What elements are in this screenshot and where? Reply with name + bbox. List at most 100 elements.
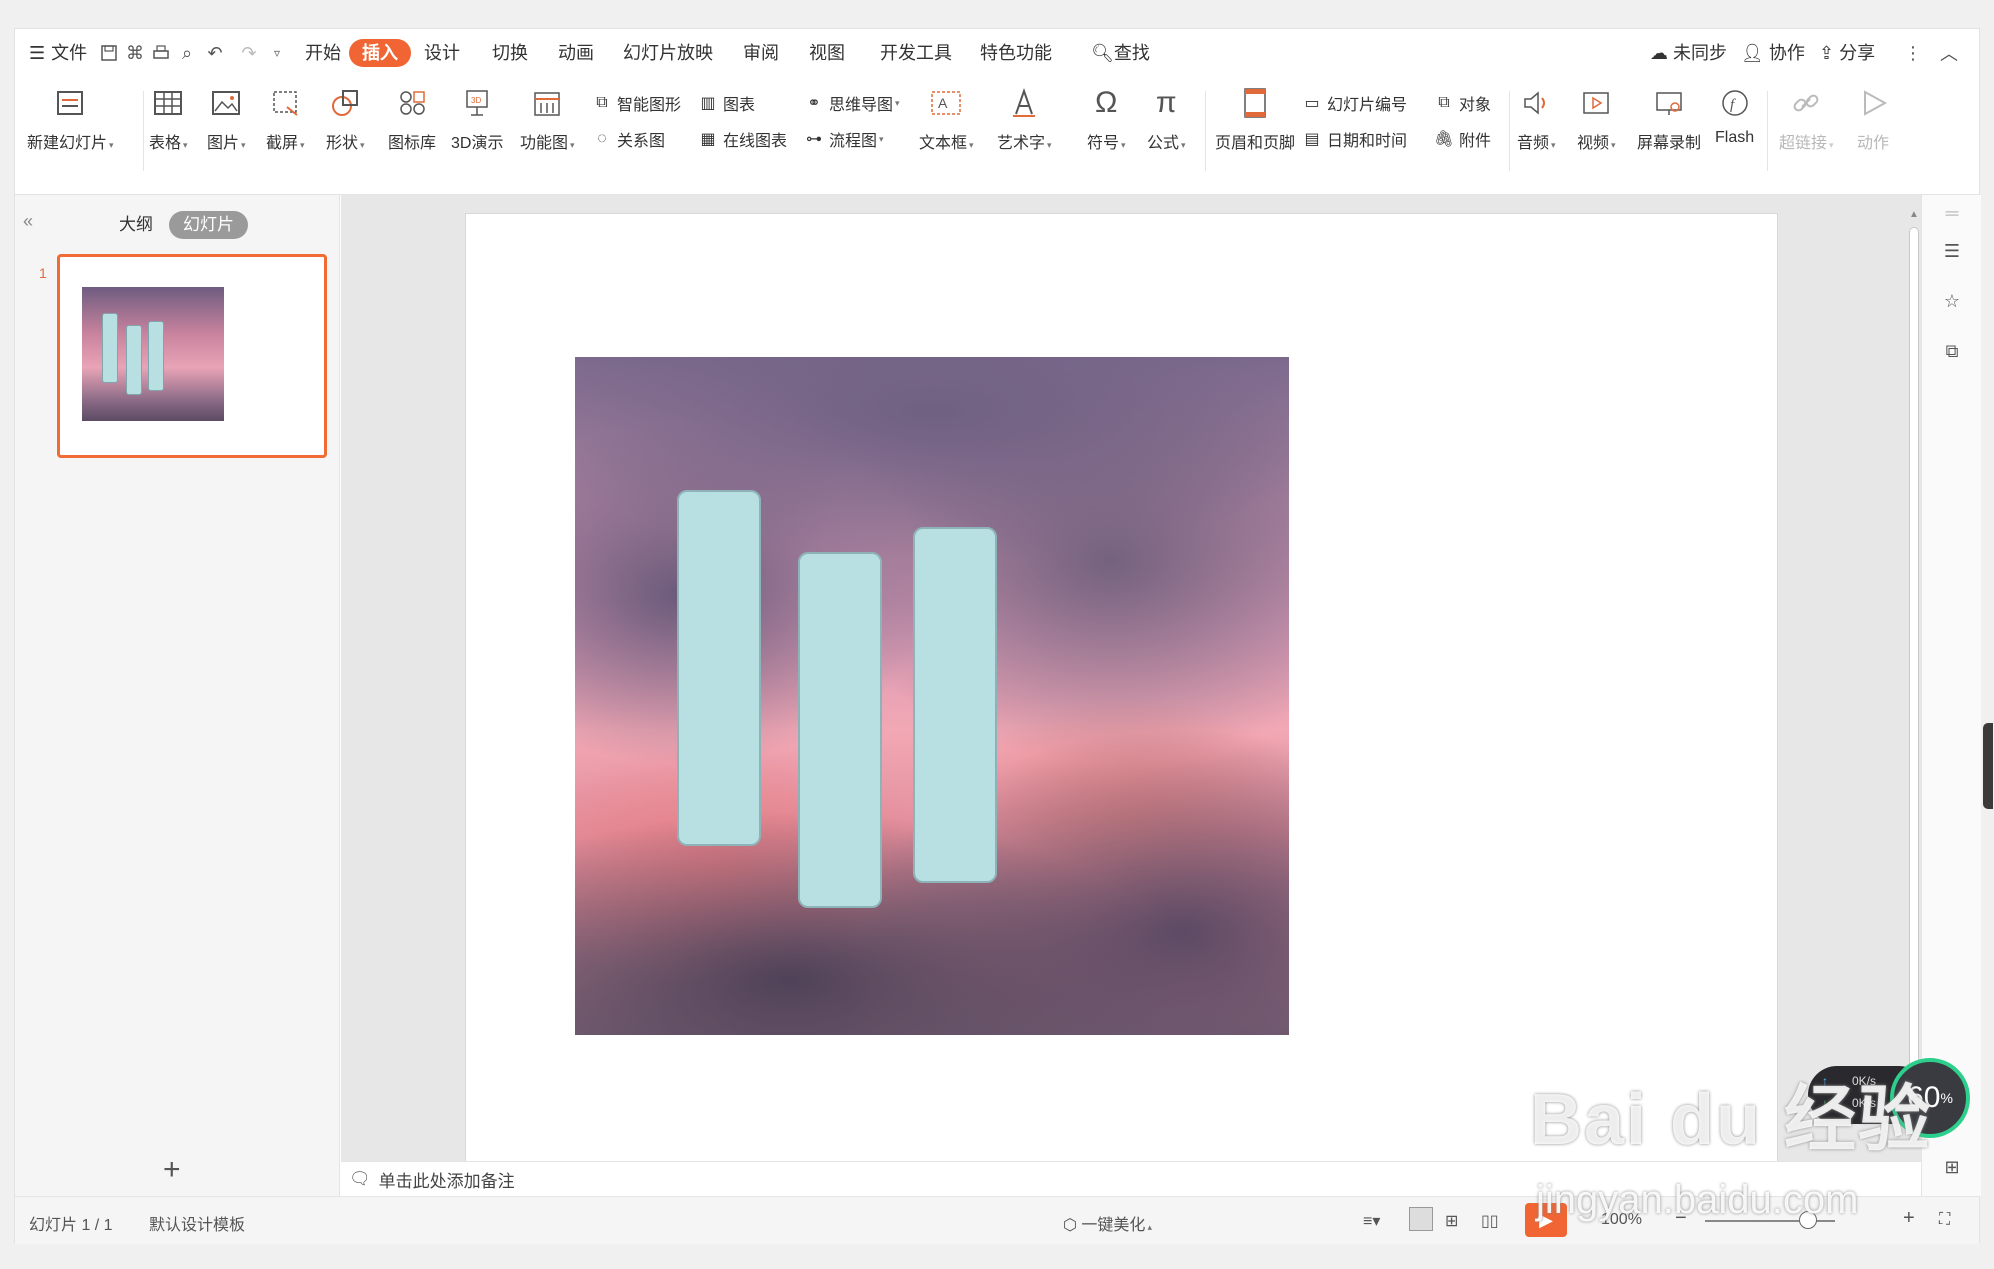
scrollbar-thumb[interactable]: [1909, 227, 1919, 1067]
mindmap-button[interactable]: ⚭ 思维导图 ▾: [803, 91, 899, 115]
print-preview-icon[interactable]: ⌕: [175, 41, 199, 65]
menu-bar: ☰ 文件 ⌘ ⌕ ↶ ↷ ▿ 开始 插入 设计 切换 动画 幻灯片放映 审阅 视图…: [15, 29, 1979, 77]
link-icon: [1788, 85, 1824, 121]
right-sidebar: ═ ☰ ☆ ⧉ ⊞: [1921, 195, 1981, 1196]
tab-special[interactable]: 特色功能: [980, 39, 1052, 67]
thumbnail-bar: [148, 321, 164, 391]
scroll-up-icon[interactable]: ▲: [1909, 209, 1919, 220]
more-icon[interactable]: ⋮: [1901, 41, 1925, 65]
icon-library-label: 图标库: [388, 135, 437, 152]
paperclip-icon: 🖇︎: [1433, 131, 1455, 148]
collapse-ribbon-icon[interactable]: ︿: [1937, 41, 1961, 65]
rounded-rectangle-shape[interactable]: [677, 490, 761, 846]
tab-outline[interactable]: 大纲: [105, 211, 167, 239]
share-icon: ⇪: [1819, 43, 1840, 63]
sync-status[interactable]: ☁︎ 未同步: [1650, 39, 1727, 67]
redo-icon[interactable]: ↷: [237, 41, 261, 65]
transform-icon[interactable]: ⧉: [1940, 339, 1964, 363]
relation-button[interactable]: ◌ 关系图: [591, 127, 665, 151]
sorter-view-icon[interactable]: ⊞: [1445, 1211, 1458, 1231]
undo-icon[interactable]: ↶: [203, 41, 227, 65]
function-chart-icon: [529, 85, 565, 121]
search-box[interactable]: 🔍︎查找: [1091, 39, 1150, 67]
slide-thumbnail[interactable]: [57, 254, 327, 458]
tab-insert[interactable]: 插入: [349, 39, 411, 67]
rounded-rectangle-shape[interactable]: [913, 527, 997, 883]
file-menu[interactable]: ☰ 文件: [29, 39, 87, 67]
notes-toggle-icon[interactable]: ≡▾: [1363, 1211, 1380, 1231]
reading-view-icon[interactable]: ▯▯: [1481, 1211, 1499, 1231]
header-footer-button[interactable]: 页眉和页脚: [1215, 85, 1295, 153]
add-slide-button[interactable]: +: [163, 1153, 181, 1187]
table-button[interactable]: 表格 ▾: [149, 85, 188, 153]
tab-slideshow[interactable]: 幻灯片放映: [623, 39, 713, 67]
beautify-button[interactable]: ⬡ 一键美化 ▴: [1063, 1211, 1152, 1235]
collab-button[interactable]: 👤︎ 协作: [1741, 39, 1805, 67]
vertical-scrollbar[interactable]: ▲: [1907, 209, 1921, 1069]
file-menu-label: 文件: [51, 43, 88, 63]
slide-canvas[interactable]: [465, 213, 1778, 1176]
format-painter-icon[interactable]: ⌘: [123, 41, 147, 65]
tab-transitions[interactable]: 切换: [492, 39, 528, 67]
tab-slides[interactable]: 幻灯片: [169, 211, 248, 239]
screenshot-button[interactable]: 截屏 ▾: [266, 85, 305, 153]
picture-button[interactable]: 图片 ▾: [207, 85, 246, 153]
tab-view[interactable]: 视图: [809, 39, 845, 67]
object-label: 对象: [1459, 97, 1492, 114]
online-chart-label: 在线图表: [723, 133, 788, 150]
screen-record-label: 屏幕录制: [1637, 135, 1702, 152]
slide-number-button[interactable]: ▭ 幻灯片编号: [1301, 91, 1407, 115]
new-slide-button[interactable]: 新建幻灯片 ▾: [27, 85, 114, 153]
save-icon[interactable]: [97, 41, 121, 65]
flowchart-button[interactable]: ⊶ 流程图 ▾: [803, 127, 884, 151]
datetime-button[interactable]: ▤ 日期和时间: [1301, 127, 1407, 151]
hyperlink-button[interactable]: 超链接 ▾: [1779, 85, 1834, 153]
smartart-button[interactable]: ⧉ 智能图形: [591, 91, 681, 115]
share-button[interactable]: ⇪ 分享: [1819, 39, 1875, 67]
star-icon[interactable]: ☆: [1940, 289, 1964, 313]
grid-icon[interactable]: ⊞: [1940, 1155, 1964, 1179]
rounded-rectangle-shape[interactable]: [798, 552, 882, 908]
header-footer-label: 页眉和页脚: [1215, 135, 1296, 152]
wordart-button[interactable]: 艺术字 ▾: [997, 85, 1052, 153]
icon-library-button[interactable]: 图标库: [388, 85, 436, 153]
formula-label: 公式: [1147, 135, 1180, 152]
template-name[interactable]: 默认设计模板: [149, 1211, 245, 1235]
fit-window-icon[interactable]: ⛶: [1939, 1211, 1950, 1229]
tab-design[interactable]: 设计: [424, 39, 460, 67]
formula-button[interactable]: π 公式 ▾: [1147, 85, 1186, 153]
memory-percent-unit: %: [1940, 1090, 1953, 1106]
tab-review[interactable]: 审阅: [743, 39, 779, 67]
symbol-button[interactable]: Ω 符号 ▾: [1087, 85, 1126, 153]
customize-dropdown-icon[interactable]: ▿: [265, 41, 289, 65]
cloud-sky-picture[interactable]: [575, 357, 1289, 1035]
zoom-in-icon[interactable]: +: [1903, 1207, 1915, 1230]
user-icon: 👤︎: [1741, 43, 1769, 63]
tab-home[interactable]: 开始: [305, 39, 341, 67]
object-button[interactable]: ⧉ 对象: [1433, 91, 1491, 115]
shape-button[interactable]: 形状 ▾: [326, 85, 365, 153]
3d-demo-button[interactable]: 3D 3D演示: [451, 85, 503, 153]
tab-animations[interactable]: 动画: [558, 39, 594, 67]
screen-record-button[interactable]: 屏幕录制: [1637, 85, 1701, 153]
properties-icon[interactable]: ☰: [1940, 239, 1964, 263]
print-icon[interactable]: [149, 41, 173, 65]
tab-developer[interactable]: 开发工具: [880, 39, 952, 67]
normal-view-icon[interactable]: [1409, 1207, 1433, 1231]
video-label: 视频: [1577, 135, 1610, 152]
online-chart-button[interactable]: ▦ 在线图表: [697, 127, 787, 151]
screen-record-icon: [1651, 85, 1687, 121]
textbox-button[interactable]: A 文本框 ▾: [919, 85, 974, 153]
side-dock-tab[interactable]: [1983, 723, 1993, 809]
action-button[interactable]: 动作: [1855, 85, 1891, 153]
audio-button[interactable]: 音频 ▾: [1517, 85, 1556, 153]
function-chart-button[interactable]: 功能图 ▾: [520, 85, 575, 153]
video-button[interactable]: 视频 ▾: [1577, 85, 1616, 153]
flash-button[interactable]: f Flash: [1715, 85, 1754, 147]
sidebar-handle-icon: ═: [1945, 202, 1959, 223]
attachment-button[interactable]: 🖇︎ 附件: [1433, 127, 1491, 151]
chart-button[interactable]: ▥ 图表: [697, 91, 755, 115]
new-slide-label: 新建幻灯片: [27, 135, 108, 152]
3d-demo-icon: 3D: [459, 85, 495, 121]
flash-icon: f: [1717, 85, 1753, 121]
